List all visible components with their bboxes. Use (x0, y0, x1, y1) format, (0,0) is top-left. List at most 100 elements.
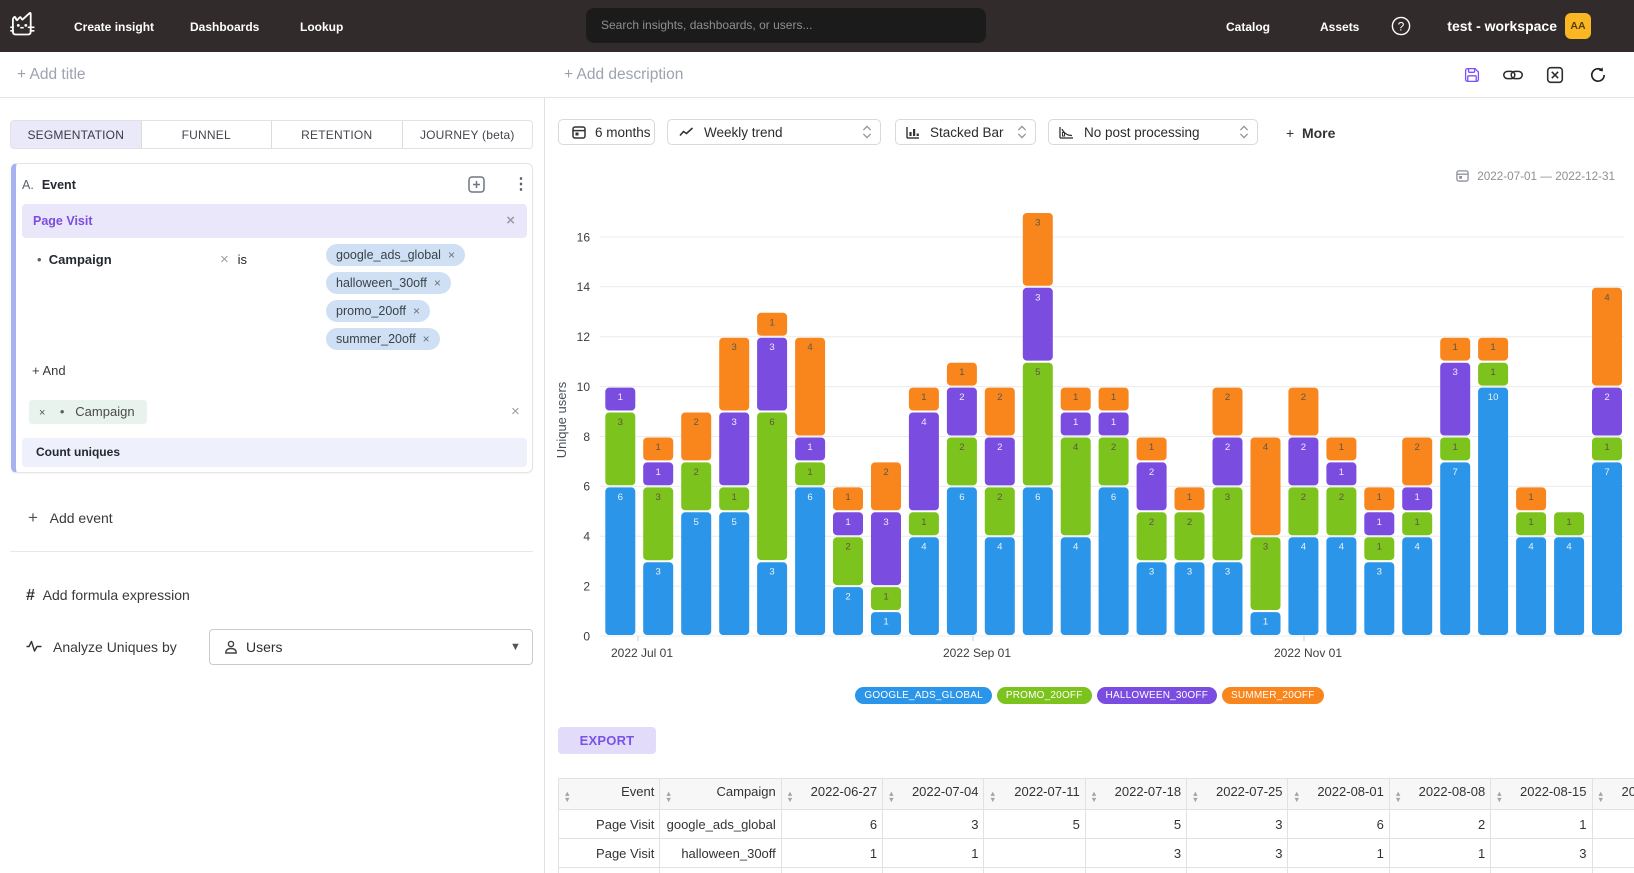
svg-text:2: 2 (1415, 442, 1420, 453)
svg-text:6: 6 (1035, 492, 1040, 503)
svg-text:2: 2 (1225, 392, 1230, 403)
svg-text:1: 1 (1415, 492, 1420, 503)
svg-text:6: 6 (959, 492, 964, 503)
svg-text:1: 1 (1453, 342, 1458, 353)
svg-text:4: 4 (921, 542, 927, 553)
svg-text:1: 1 (1111, 392, 1116, 403)
svg-text:1: 1 (732, 492, 737, 503)
svg-text:3: 3 (1225, 492, 1230, 503)
svg-text:8: 8 (583, 430, 590, 444)
svg-text:4: 4 (921, 417, 927, 428)
svg-text:4: 4 (1339, 542, 1345, 553)
svg-text:1: 1 (1566, 517, 1571, 528)
svg-text:2: 2 (1604, 392, 1609, 403)
svg-text:2: 2 (997, 442, 1002, 453)
svg-text:2: 2 (1301, 492, 1306, 503)
svg-text:1: 1 (1528, 492, 1533, 503)
svg-text:6: 6 (769, 417, 774, 428)
svg-text:1: 1 (883, 592, 888, 603)
svg-text:1: 1 (921, 517, 926, 528)
svg-text:2022 Jul 01: 2022 Jul 01 (611, 646, 673, 660)
svg-text:4: 4 (583, 530, 590, 544)
svg-text:2: 2 (583, 579, 590, 593)
svg-text:2: 2 (1149, 517, 1154, 528)
svg-text:1: 1 (807, 467, 812, 478)
svg-text:1: 1 (1604, 442, 1609, 453)
svg-text:3: 3 (1149, 567, 1154, 578)
svg-text:2: 2 (845, 592, 850, 603)
svg-text:7: 7 (1604, 467, 1609, 478)
svg-text:2: 2 (1339, 492, 1344, 503)
svg-text:1: 1 (845, 492, 850, 503)
svg-text:6: 6 (807, 492, 812, 503)
svg-text:1: 1 (1187, 492, 1192, 503)
svg-text:1: 1 (1490, 342, 1495, 353)
svg-text:2: 2 (1149, 467, 1154, 478)
svg-text:2: 2 (997, 392, 1002, 403)
svg-text:4: 4 (1415, 542, 1421, 553)
svg-text:2: 2 (1301, 442, 1306, 453)
svg-text:3: 3 (1035, 292, 1040, 303)
svg-text:1: 1 (656, 442, 661, 453)
svg-text:5: 5 (1035, 367, 1040, 378)
svg-text:4: 4 (997, 542, 1003, 553)
svg-text:14: 14 (577, 280, 591, 294)
svg-text:1: 1 (769, 317, 774, 328)
svg-text:0: 0 (583, 629, 590, 643)
svg-text:3: 3 (1225, 567, 1230, 578)
svg-text:2: 2 (959, 442, 964, 453)
svg-text:1: 1 (1377, 542, 1382, 553)
svg-text:4: 4 (1604, 292, 1610, 303)
svg-text:3: 3 (883, 517, 888, 528)
svg-text:1: 1 (921, 392, 926, 403)
svg-text:5: 5 (694, 517, 699, 528)
svg-text:6: 6 (1111, 492, 1116, 503)
svg-text:1: 1 (1073, 417, 1078, 428)
svg-text:1: 1 (845, 517, 850, 528)
svg-text:3: 3 (732, 417, 737, 428)
svg-text:1: 1 (1528, 517, 1533, 528)
svg-text:3: 3 (769, 567, 774, 578)
svg-text:2: 2 (1225, 442, 1230, 453)
svg-text:4: 4 (1263, 442, 1269, 453)
svg-text:1: 1 (1377, 517, 1382, 528)
svg-text:2: 2 (1111, 442, 1116, 453)
svg-text:2022 Sep 01: 2022 Sep 01 (943, 646, 1011, 660)
svg-text:3: 3 (732, 342, 737, 353)
svg-text:1: 1 (1111, 417, 1116, 428)
svg-text:3: 3 (1035, 218, 1040, 229)
svg-text:1: 1 (1453, 442, 1458, 453)
svg-text:2: 2 (694, 417, 699, 428)
svg-text:5: 5 (732, 517, 737, 528)
svg-text:1: 1 (1490, 367, 1495, 378)
svg-text:3: 3 (656, 492, 661, 503)
svg-text:2: 2 (1301, 392, 1306, 403)
svg-text:2: 2 (845, 542, 850, 553)
svg-text:1: 1 (883, 617, 888, 628)
svg-text:1: 1 (807, 442, 812, 453)
svg-text:1: 1 (1377, 492, 1382, 503)
svg-text:1: 1 (1263, 617, 1268, 628)
svg-text:6: 6 (618, 492, 623, 503)
svg-text:4: 4 (1073, 542, 1079, 553)
svg-text:3: 3 (1453, 367, 1458, 378)
svg-text:2: 2 (997, 492, 1002, 503)
svg-text:10: 10 (577, 380, 591, 394)
svg-text:4: 4 (1073, 442, 1079, 453)
svg-text:2: 2 (694, 467, 699, 478)
svg-text:4: 4 (1566, 542, 1572, 553)
svg-text:6: 6 (583, 480, 590, 494)
svg-text:1: 1 (1149, 442, 1154, 453)
svg-text:1: 1 (656, 467, 661, 478)
svg-text:3: 3 (1377, 567, 1382, 578)
svg-text:2: 2 (959, 392, 964, 403)
svg-text:Unique users: Unique users (554, 381, 569, 458)
svg-text:3: 3 (618, 417, 623, 428)
svg-text:10: 10 (1488, 392, 1499, 403)
svg-text:4: 4 (1301, 542, 1307, 553)
svg-text:12: 12 (577, 330, 591, 344)
svg-text:4: 4 (807, 342, 813, 353)
svg-text:3: 3 (656, 567, 661, 578)
svg-text:1: 1 (618, 392, 623, 403)
svg-text:1: 1 (1415, 517, 1420, 528)
